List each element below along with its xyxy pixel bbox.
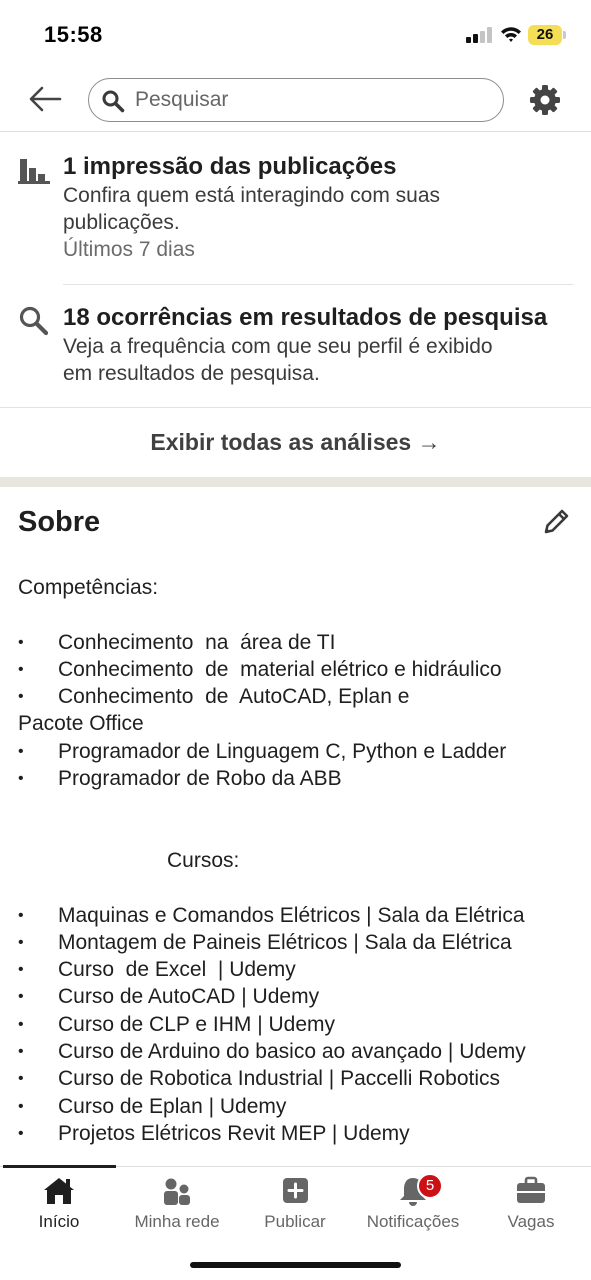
- nav-item-jobs[interactable]: Vagas: [472, 1167, 590, 1237]
- bullet-item: Projetos Elétricos Revit MEP | Udemy: [18, 1120, 588, 1148]
- cursos-heading: Cursos:: [167, 848, 240, 872]
- impressions-title: 1 impressão das publicações: [63, 153, 397, 180]
- arrow-left-icon[interactable]: [26, 82, 64, 116]
- nav-item-notifications[interactable]: 5 Notificações: [354, 1167, 472, 1237]
- bullet-item: Conhecimento de AutoCAD, Eplan e: [18, 683, 588, 711]
- section-separator: [0, 477, 591, 487]
- search-appearances-desc-line: Veja a frequência com que seu perfil é e…: [63, 335, 493, 358]
- nav-item-home[interactable]: Início: [0, 1167, 118, 1237]
- bullet-item: Programador de Linguagem C, Python e Lad…: [18, 738, 588, 766]
- bullet-item: Conhecimento de material elétrico e hidr…: [18, 656, 588, 684]
- gear-icon[interactable]: [528, 83, 562, 117]
- bullet-item: Conhecimento na área de TI: [18, 629, 588, 657]
- impressions-desc-line: Confira quem está interagindo com suas: [63, 184, 441, 207]
- battery-level: 26: [536, 26, 554, 43]
- briefcase-icon: [517, 1176, 545, 1203]
- search-icon: [19, 306, 49, 336]
- nav-item-my-network[interactable]: Minha rede: [118, 1167, 236, 1237]
- bullet-item: Curso de CLP e IHM | Udemy: [18, 1011, 588, 1039]
- impressions-period: Últimos 7 dias: [63, 238, 195, 261]
- status-bar: 15:58 26: [0, 0, 591, 70]
- people-icon: [164, 1178, 190, 1205]
- analytics-item-search-appearances[interactable]: 18 ocorrências em resultados de pesquisa…: [0, 301, 591, 407]
- bullet-item: Maquinas e Comandos Elétricos | Sala da …: [18, 902, 588, 930]
- analytics-item-impressions[interactable]: 1 impressão das publicações Confira quem…: [0, 150, 591, 284]
- search-input[interactable]: [135, 79, 485, 120]
- impressions-desc-line: publicações.: [63, 211, 180, 234]
- plus-square-icon: [283, 1178, 308, 1203]
- about-text: Competências: Conhecimento na área de TI…: [18, 574, 588, 1148]
- bullet-item: Curso de Eplan | Udemy: [18, 1093, 588, 1121]
- notification-count-badge: 5: [417, 1173, 443, 1199]
- top-search-bar: [0, 70, 591, 132]
- bar-chart-icon: [18, 159, 50, 184]
- battery-icon: 26: [528, 25, 566, 45]
- bullet-item: Curso de Arduino do basico ao avançado |…: [18, 1038, 588, 1066]
- bullet-continuation: Pacote Office: [18, 712, 144, 736]
- bullet-item: Curso de Robotica Industrial | Paccelli …: [18, 1065, 588, 1093]
- search-appearances-title: 18 ocorrências em resultados de pesquisa: [63, 304, 548, 331]
- competencias-heading: Competências:: [18, 576, 159, 599]
- home-indicator: [190, 1262, 401, 1268]
- bullet-item: Programador de Robo da ABB: [18, 765, 588, 793]
- wifi-icon: [501, 27, 521, 42]
- bullet-item: Curso de Excel | Udemy: [18, 956, 588, 984]
- bullet-item: Montagem de Paineis Elétricos | Sala da …: [18, 929, 588, 957]
- view-all-analytics-button[interactable]: Exibir todas as análises →: [0, 407, 591, 477]
- nav-item-post[interactable]: Publicar: [236, 1167, 354, 1237]
- bullet-item: Curso de AutoCAD | Udemy: [18, 983, 588, 1011]
- pencil-icon[interactable]: [540, 506, 572, 538]
- status-time: 15:58: [44, 22, 103, 47]
- nav-label: Vagas: [507, 1212, 555, 1231]
- search-appearances-desc-line: em resultados de pesquisa.: [63, 362, 320, 385]
- cellular-signal-icon: [466, 27, 492, 43]
- search-box[interactable]: [88, 78, 504, 122]
- search-icon: [102, 90, 125, 113]
- home-icon: [44, 1178, 74, 1204]
- divider: [63, 284, 573, 285]
- about-title: Sobre: [18, 506, 101, 538]
